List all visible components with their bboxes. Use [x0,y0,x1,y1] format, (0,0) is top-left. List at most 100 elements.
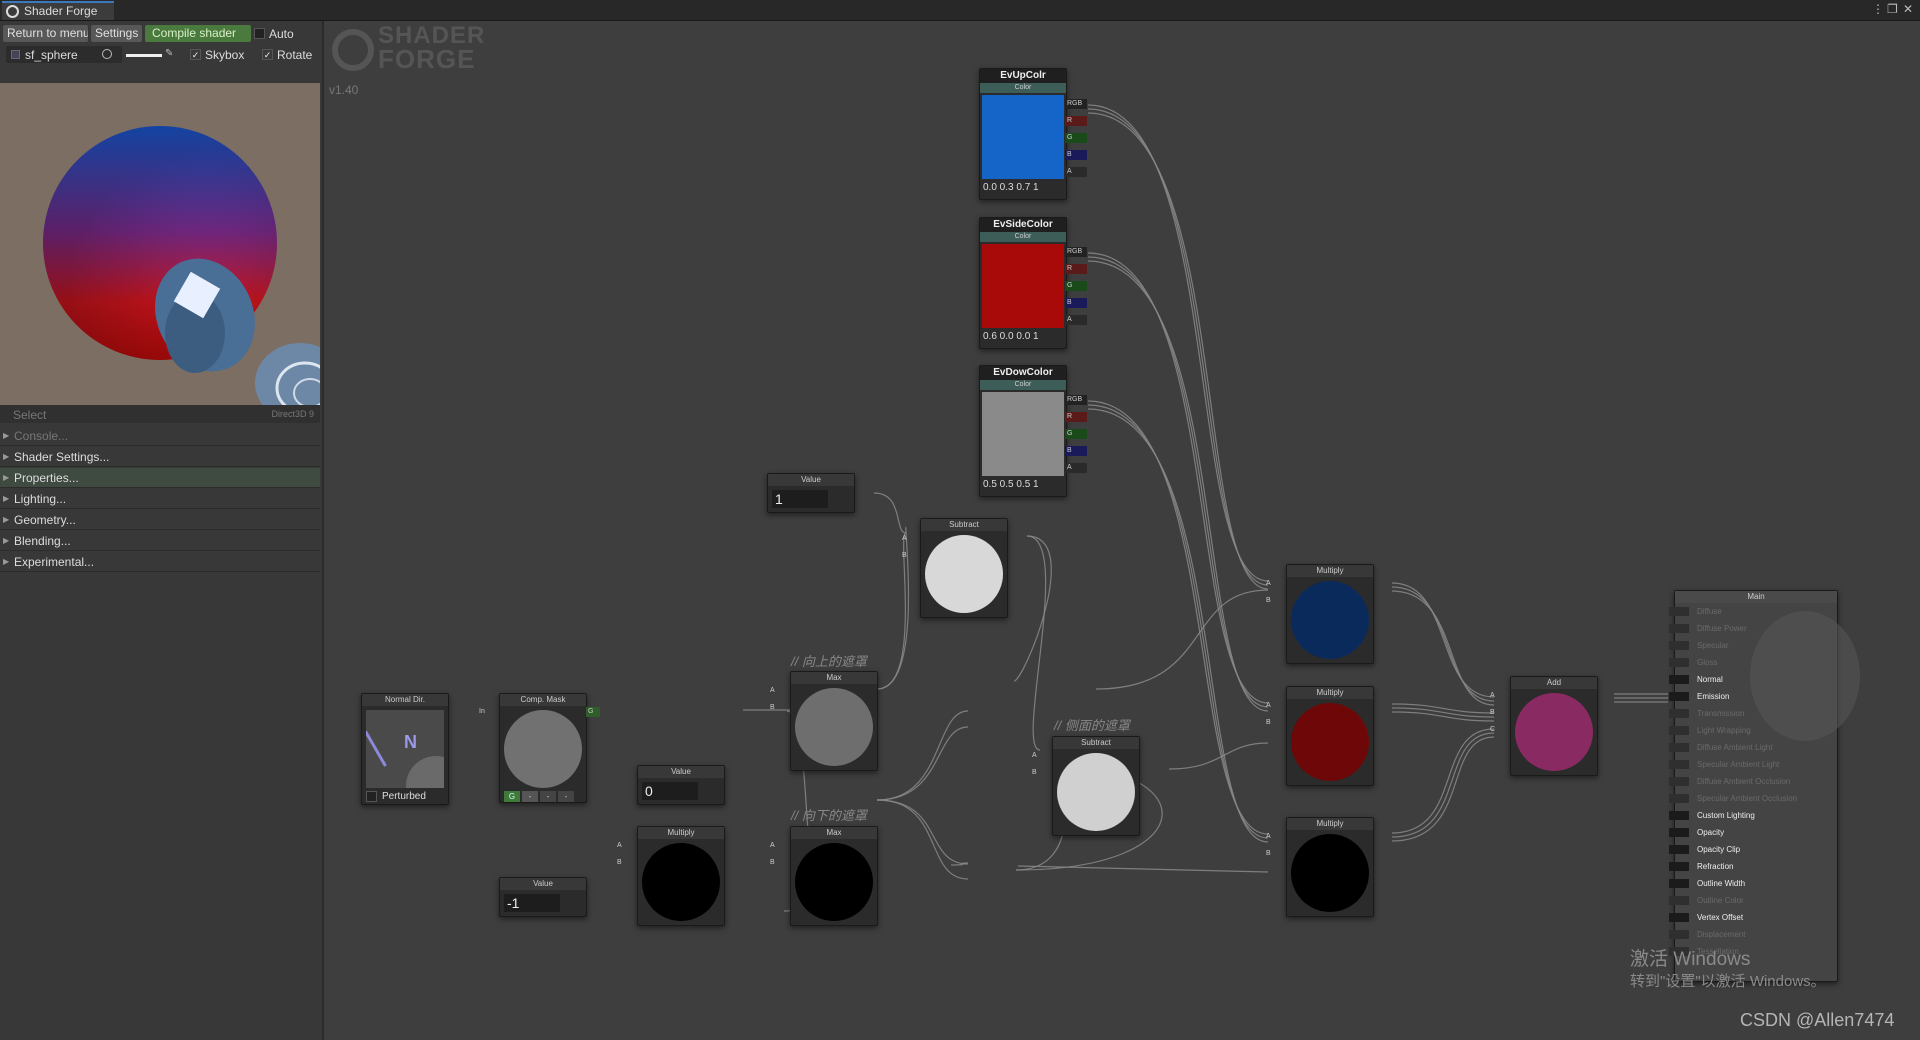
multiply-node-low[interactable]: Multiply [637,826,725,926]
multiply-node-up[interactable]: Multiply [1286,564,1374,664]
menu-item-3[interactable]: ▶ Lighting... [0,489,320,509]
port-rgb[interactable]: RGB [1065,247,1087,257]
port-b[interactable]: B [1264,596,1271,606]
color-swatch[interactable] [982,95,1064,179]
settings-button[interactable]: Settings [91,25,142,42]
input-slot[interactable] [1669,845,1689,854]
main-input-row[interactable]: Outline Width [1669,875,1837,892]
color-values[interactable]: 0.6 0.0 0.0 1 [983,331,1039,342]
input-slot[interactable] [1669,692,1689,701]
shader-preview-viewport[interactable] [0,83,320,405]
main-input-row[interactable]: Diffuse [1669,603,1837,620]
menu-item-2[interactable]: ▶ Properties... [0,468,320,488]
main-input-row[interactable]: Displacement [1669,926,1837,943]
port-a[interactable]: A [1264,701,1271,711]
main-input-row[interactable]: Transmission [1669,705,1837,722]
eyedropper-icon[interactable]: ✎ [165,48,173,60]
menu-item-5[interactable]: ▶ Blending... [0,531,320,551]
port-a[interactable]: A [768,686,775,696]
color-swatch[interactable] [982,392,1064,476]
more-options-icon[interactable]: ⋮ [1872,2,1884,16]
main-input-row[interactable]: Light Wrapping [1669,722,1837,739]
port-a[interactable]: A [1065,463,1087,473]
port-b[interactable]: B [1065,446,1087,456]
main-input-row[interactable]: Diffuse Ambient Light [1669,739,1837,756]
main-input-row[interactable]: Vertex Offset [1669,909,1837,926]
port-g[interactable]: G [1065,281,1087,291]
color-values[interactable]: 0.5 0.5 0.5 1 [983,479,1039,490]
port-a[interactable]: A [1264,579,1271,589]
auto-checkbox[interactable] [254,28,265,39]
input-slot[interactable] [1669,913,1689,922]
port-in[interactable]: In [477,707,485,717]
input-slot[interactable] [1669,658,1689,667]
input-slot[interactable] [1669,624,1689,633]
port-a[interactable]: A [1264,832,1271,842]
perturbed-checkbox[interactable] [366,791,377,802]
port-a[interactable]: A [1488,691,1495,701]
main-input-row[interactable]: Gloss [1669,654,1837,671]
value-node-neg1[interactable]: Value -1 [499,877,587,917]
subtract-node-1[interactable]: Subtract [920,518,1008,618]
main-input-row[interactable]: Diffuse Ambient Occlusion [1669,773,1837,790]
port-b[interactable]: B [900,551,907,561]
main-input-row[interactable]: Custom Lighting [1669,807,1837,824]
input-slot[interactable] [1669,743,1689,752]
main-input-row[interactable]: Outline Color [1669,892,1837,909]
port-b[interactable]: B [1065,298,1087,308]
port-b[interactable]: B [1264,718,1271,728]
add-node[interactable]: Add [1510,676,1598,776]
input-slot[interactable] [1669,777,1689,786]
subtract-node-2[interactable]: Subtract [1052,736,1140,836]
main-input-row[interactable]: Opacity [1669,824,1837,841]
rotate-checkbox[interactable]: ✓ [262,49,273,60]
ev-up-color-node[interactable]: EvUpColr Color 0.0 0.3 0.7 1 [979,68,1067,200]
channel-a-select[interactable]: - [558,791,574,802]
input-slot[interactable] [1669,675,1689,684]
background-color-swatch[interactable] [126,54,162,57]
input-slot[interactable] [1669,760,1689,769]
main-input-row[interactable]: Opacity Clip [1669,841,1837,858]
ev-side-color-node[interactable]: EvSideColor Color 0.6 0.0 0.0 1 [979,217,1067,349]
return-to-menu-button[interactable]: Return to menu [3,25,88,42]
menu-item-4[interactable]: ▶ Geometry... [0,510,320,530]
input-slot[interactable] [1669,930,1689,939]
input-slot[interactable] [1669,879,1689,888]
tab-shader-forge[interactable]: Shader Forge [2,1,114,20]
value-node-1[interactable]: Value 1 [767,473,855,513]
main-input-row[interactable]: Specular Ambient Light [1669,756,1837,773]
port-g-out[interactable]: G [586,707,600,717]
port-a[interactable]: A [1065,315,1087,325]
input-slot[interactable] [1669,641,1689,650]
max-node-down[interactable]: Max [790,826,878,926]
ev-down-color-node[interactable]: EvDowColor Color 0.5 0.5 0.5 1 [979,365,1067,497]
input-slot[interactable] [1669,607,1689,616]
channel-g-select[interactable]: - [522,791,538,802]
port-g[interactable]: G [1065,429,1087,439]
close-window-icon[interactable]: ✕ [1903,2,1913,16]
multiply-node-down[interactable]: Multiply [1286,817,1374,917]
input-slot[interactable] [1669,862,1689,871]
port-b[interactable]: B [768,858,775,868]
normal-dir-node[interactable]: Normal Dir. N Perturbed [361,693,449,805]
port-r[interactable]: R [1065,412,1087,422]
input-slot[interactable] [1669,709,1689,718]
input-slot[interactable] [1669,726,1689,735]
input-slot[interactable] [1669,828,1689,837]
port-b[interactable]: B [1264,849,1271,859]
port-a[interactable]: A [1030,751,1037,761]
channel-r-select[interactable]: G [504,791,520,802]
object-picker-icon[interactable] [102,49,112,59]
main-input-row[interactable]: Normal [1669,671,1837,688]
value-field[interactable]: 0 [642,782,698,800]
multiply-node-side[interactable]: Multiply [1286,686,1374,786]
value-field[interactable]: -1 [504,894,560,912]
restore-window-icon[interactable]: ❐ [1887,2,1898,16]
skybox-checkbox[interactable]: ✓ [190,49,201,60]
main-input-row[interactable]: Specular Ambient Occlusion [1669,790,1837,807]
main-input-row[interactable]: Specular [1669,637,1837,654]
menu-item-1[interactable]: ▶ Shader Settings... [0,447,320,467]
menu-item-0[interactable]: ▶ Console... [0,426,320,446]
max-node-up[interactable]: Max [790,671,878,771]
mesh-selector[interactable]: sf_sphere [6,46,122,63]
